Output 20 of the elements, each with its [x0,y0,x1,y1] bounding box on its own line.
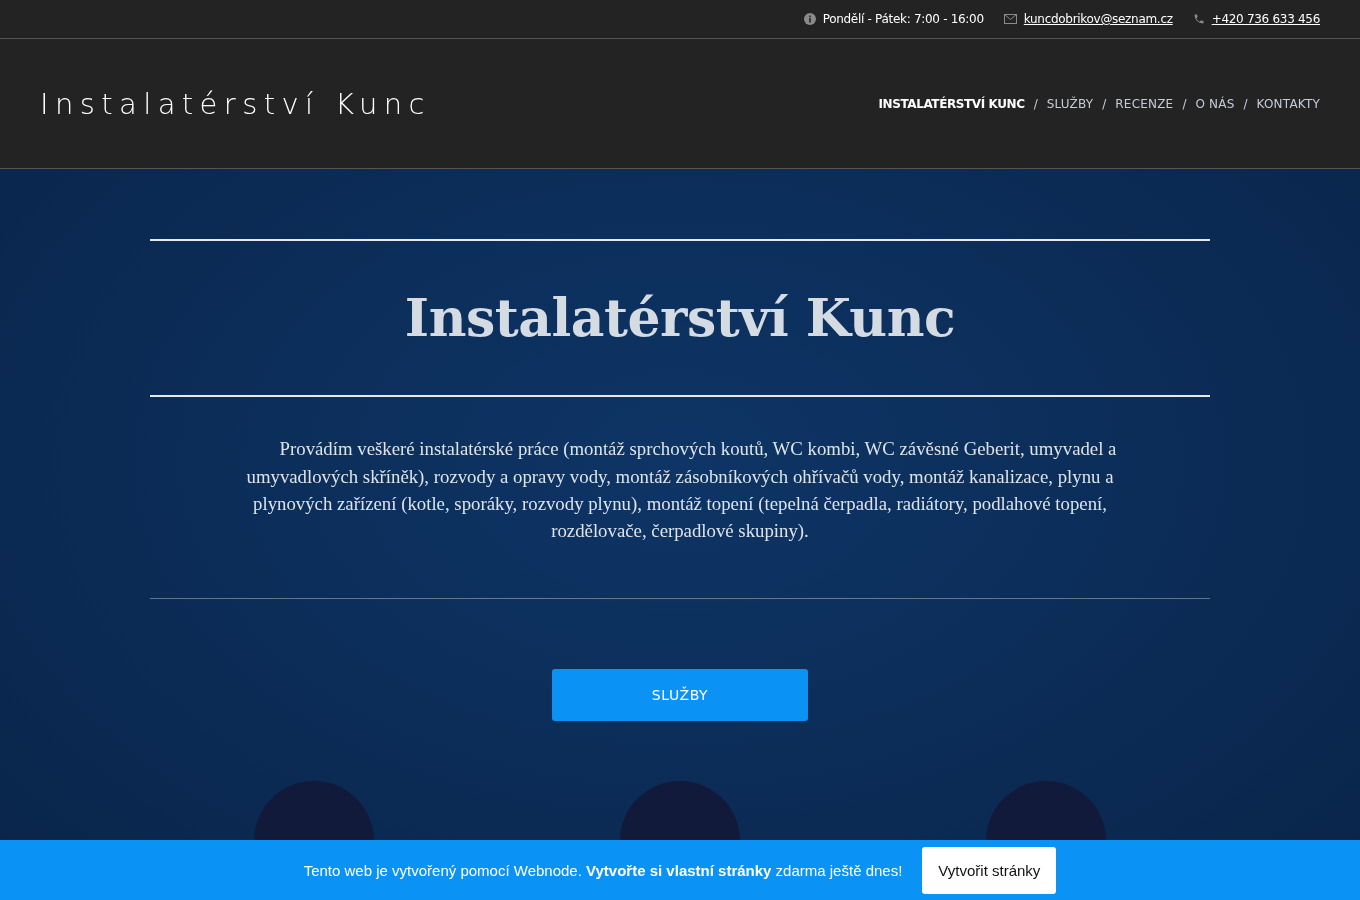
nav-separator: / [1102,96,1107,111]
nav-link[interactable]: INSTALATÉRSTVÍ KUNC [878,96,1025,111]
hero-text: Provádím veškeré instalatérské práce (montáž sprchových koutů, WC kombi, WC závěsné Geberit, umyvadel a umyvadlových skříněk), rozvody a opravy vody, montáž zásobníkových ohřívačů vody, montáž kanalizace, plynu a plynových zařízení (kotle, sporáky, rozvody plynu), montáž topení (tepelná čerpadla, radiátory, podlahové topení, rozdělovače, čerpadlové skupiny). [245,437,1118,544]
opening-hours: Pondělí - Pátek: 7:00 - 16:00 [822,12,984,26]
nav-separator: / [1243,96,1248,111]
nav-link[interactable]: RECENZE [1115,96,1174,111]
create-site-button[interactable]: Vytvořit stránky [922,846,1057,894]
site-logo[interactable]: Instalatérství Kunc [40,86,431,121]
mail-icon [1003,14,1017,24]
banner-text: Tento web je vytvořený pomocí Webnode. Vytvořte si vlastní stránky zdarma ještě dnes! [303,861,903,879]
nav-separator: / [1033,96,1038,111]
nav-link[interactable]: O NÁS [1195,96,1235,111]
email-link[interactable]: kuncdobrikov@seznam.cz [1023,12,1173,26]
phone-icon [1192,13,1205,25]
nav-link[interactable]: SLUŽBY [1046,96,1094,111]
nav-link[interactable]: KONTAKTY [1256,96,1320,111]
hero-title: Instalatérství Kunc [404,286,956,351]
phone-link[interactable]: +420 736 633 456 [1211,12,1320,26]
info-icon [803,13,816,25]
nav-separator: / [1182,96,1187,111]
